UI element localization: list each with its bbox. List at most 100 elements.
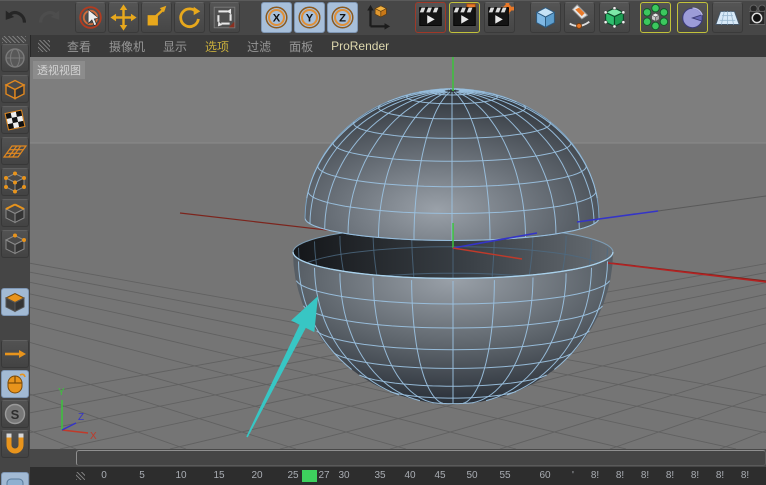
last-used-tool-button[interactable]: [209, 2, 240, 33]
viewport-solo-button[interactable]: [1, 370, 29, 398]
top-toolbar: X Y Z: [0, 0, 766, 36]
ruler-tick[interactable]: ': [572, 470, 574, 481]
sphere-deformer-button[interactable]: [677, 2, 708, 33]
menu-item-prorender[interactable]: ProRender: [322, 39, 398, 53]
live-selection-button[interactable]: [75, 2, 106, 33]
ruler-tick[interactable]: 10: [175, 470, 186, 481]
ruler-tick[interactable]: 8!: [591, 470, 599, 481]
array-cluster-icon: [641, 3, 670, 32]
menu-item-view[interactable]: 查看: [58, 38, 100, 55]
last-used-tool-icon: [210, 3, 239, 32]
ruler-tick[interactable]: 27: [318, 470, 329, 481]
viewport-menubar: 查看 摄像机 显示 选项 过滤 面板 ProRender: [30, 35, 766, 58]
workplane-lock-button[interactable]: [1, 472, 29, 485]
axis-lock-z-button[interactable]: Z: [327, 2, 358, 33]
viewport-label[interactable]: 透视视图: [33, 61, 85, 79]
frame-ruler[interactable]: 0 5 10 15 20 25 27 30 35 40 45 50 55 60 ' 8! 8! 8! 8! 8! 8! 8…: [30, 467, 766, 485]
render-view-button[interactable]: [415, 2, 446, 33]
uv-mode-button[interactable]: [1, 230, 29, 258]
ruler-tick[interactable]: 30: [338, 470, 349, 481]
svg-text:Z: Z: [78, 412, 84, 423]
live-selection-icon: [76, 3, 105, 32]
enable-axis-button[interactable]: [1, 340, 29, 368]
ruler-tick[interactable]: 8!: [741, 470, 749, 481]
ruler-tick[interactable]: 8!: [666, 470, 674, 481]
points-mode-button[interactable]: [1, 168, 29, 196]
axis-lock-y-label: Y: [306, 13, 314, 25]
ruler-tick[interactable]: 40: [404, 470, 415, 481]
ruler-tick[interactable]: 20: [251, 470, 262, 481]
viewport-canvas[interactable]: Y XZ: [30, 57, 766, 449]
mode-palette: S: [0, 35, 31, 485]
array-cluster-button[interactable]: [640, 2, 671, 33]
camera-object-button[interactable]: [748, 2, 766, 33]
workplane-lock-icon: [2, 473, 28, 485]
ruler-tick[interactable]: 50: [466, 470, 477, 481]
current-frame-marker[interactable]: [302, 470, 317, 482]
axis-lock-y-button[interactable]: Y: [294, 2, 325, 33]
ruler-tick[interactable]: 8!: [616, 470, 624, 481]
timeline-power-slider[interactable]: [76, 450, 766, 466]
menubar-grip[interactable]: [38, 40, 50, 52]
mouse-icon: [2, 371, 28, 397]
menu-item-camera[interactable]: 摄像机: [100, 38, 154, 55]
workplane-grid-icon: [2, 138, 28, 164]
make-editable-button[interactable]: [1, 44, 29, 72]
render-picture-viewer-button[interactable]: [449, 2, 480, 33]
polygons-mode-button[interactable]: [1, 288, 29, 316]
move-tool-button[interactable]: [108, 2, 139, 33]
ruler-tick[interactable]: 45: [434, 470, 445, 481]
render-picture-viewer-icon: [450, 3, 479, 32]
model-mode-button[interactable]: [1, 75, 29, 103]
points-mode-icon: [2, 169, 28, 195]
ruler-tick[interactable]: 5: [139, 470, 145, 481]
uv-mode-cube-icon: [2, 231, 28, 257]
snap-magnet-button[interactable]: [1, 430, 29, 458]
floor-grid-icon: [713, 3, 742, 32]
axis-lock-x-button[interactable]: X: [261, 2, 292, 33]
ruler-tick[interactable]: 8!: [691, 470, 699, 481]
spline-pen-button[interactable]: [564, 2, 595, 33]
svg-text:Y: Y: [58, 387, 65, 398]
model-mode-cube-icon: [2, 76, 28, 102]
undo-icon[interactable]: [1, 2, 32, 33]
coordinate-system-button[interactable]: [362, 2, 393, 33]
ruler-tick[interactable]: 8!: [641, 470, 649, 481]
edges-mode-icon: [2, 200, 28, 226]
menu-item-options[interactable]: 选项: [196, 38, 238, 55]
edges-mode-button[interactable]: [1, 199, 29, 227]
render-view-icon: [416, 3, 445, 32]
menu-item-filter[interactable]: 过滤: [238, 38, 280, 55]
floor-object-button[interactable]: [712, 2, 743, 33]
scale-tool-button[interactable]: [141, 2, 172, 33]
axis-lock-x-label: X: [273, 13, 281, 25]
workplane-mode-button[interactable]: [1, 137, 29, 165]
texture-mode-checker-icon: [2, 107, 28, 133]
rotate-tool-button[interactable]: [174, 2, 205, 33]
redo-icon[interactable]: [33, 2, 64, 33]
menu-item-panel[interactable]: 面板: [280, 38, 322, 55]
ruler-tick[interactable]: 60: [539, 470, 550, 481]
ruler-tick[interactable]: 55: [499, 470, 510, 481]
ruler-tick[interactable]: 0: [101, 470, 107, 481]
add-cube-button[interactable]: [530, 2, 561, 33]
sphere-wedge-icon: [678, 3, 707, 32]
cube-primitive-icon: [531, 3, 560, 32]
render-settings-button[interactable]: [484, 2, 515, 33]
keyframe-selection-button[interactable]: S: [1, 400, 29, 428]
texture-mode-button[interactable]: [1, 106, 29, 134]
sidebar-grip[interactable]: [2, 36, 26, 43]
ruler-tick[interactable]: 35: [374, 470, 385, 481]
ruler-tick[interactable]: 8!: [716, 470, 724, 481]
ruler-tick[interactable]: 25: [287, 470, 298, 481]
ruler-grip[interactable]: [76, 472, 85, 480]
subdivision-surface-button[interactable]: [599, 2, 630, 33]
subdivision-surface-icon: [600, 3, 629, 32]
menu-item-display[interactable]: 显示: [154, 38, 196, 55]
timeline-area: 0 5 10 15 20 25 27 30 35 40 45 50 55 60 ' 8! 8! 8! 8! 8! 8! 8…: [30, 449, 766, 485]
svg-text:X: X: [90, 431, 97, 442]
ruler-tick[interactable]: 15: [213, 470, 224, 481]
redo-arrow-icon: [34, 3, 63, 32]
magnet-icon: [2, 431, 28, 457]
perspective-viewport[interactable]: 透视视图 Y XZ: [30, 57, 766, 449]
